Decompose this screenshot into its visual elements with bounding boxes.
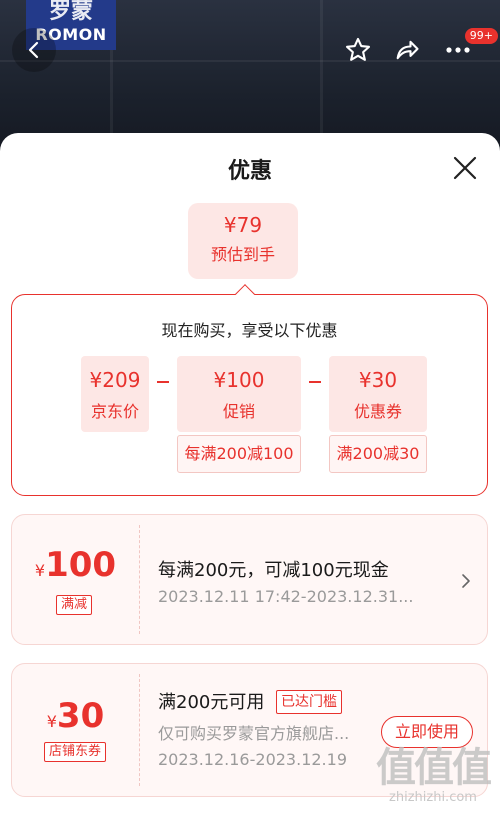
chevron-right-icon[interactable]: [461, 573, 471, 589]
minus-sign: [309, 381, 321, 383]
card-divider: [139, 525, 140, 634]
estimated-price-box: ¥79 预估到手: [188, 203, 298, 279]
amount-value: 100: [45, 545, 117, 585]
promo-value: ¥100: [213, 368, 265, 392]
coupon-amount: ¥30: [12, 696, 139, 736]
use-now-button[interactable]: 立即使用: [381, 716, 473, 748]
card-divider: [139, 674, 140, 786]
promo-tag: 满减: [56, 595, 93, 615]
share-button[interactable]: [387, 30, 427, 70]
threshold-status-tag: 已达门槛: [276, 690, 342, 714]
jd-price-label: 京东价: [90, 402, 139, 421]
breakdown-heading: 现在购买，享受以下优惠: [161, 321, 338, 340]
coupon-title: 满200元可用: [158, 692, 265, 713]
close-icon[interactable]: [452, 155, 478, 181]
jd-price-value: ¥209: [89, 368, 141, 392]
sheet-title: 优惠: [227, 159, 272, 184]
coupon-label: 优惠券: [353, 402, 402, 421]
estimated-price-label: 预估到手: [210, 245, 275, 264]
currency-symbol: ¥: [46, 712, 57, 731]
message-badge: 99+: [464, 28, 498, 44]
promo-label: 促销: [222, 402, 255, 421]
share-icon: [396, 40, 419, 60]
jd-price-box: ¥209 京东价: [81, 356, 149, 432]
promo-rule: 每满200减100: [177, 435, 301, 473]
currency-symbol: ¥: [34, 561, 46, 580]
back-button[interactable]: [12, 28, 56, 72]
coupon-rule: 满200减30: [329, 435, 427, 473]
pointer-arrow: [235, 284, 255, 304]
minus-sign: [157, 381, 169, 383]
watermark-logo: 值值值: [376, 745, 492, 791]
favorite-button[interactable]: [338, 30, 378, 70]
promo-card[interactable]: ¥100 满减 每满200元，可减100元现金 2023.12.11 17:42…: [11, 514, 488, 645]
price-breakdown: 现在购买，享受以下优惠 ¥209 京东价 ¥100 促销 每满200减100 ¥…: [11, 284, 488, 496]
estimated-price: ¥79: [223, 213, 263, 237]
promo-time: 2023.12.11 17:42-2023.12.31...: [158, 587, 414, 606]
chevron-left-icon: [28, 41, 39, 59]
coupon-desc: 仅可购买罗蒙官方旗舰店...: [158, 724, 350, 743]
star-icon: [345, 37, 371, 61]
coupon-value: ¥30: [358, 368, 398, 392]
promo-title: 每满200元，可减100元现金: [158, 560, 389, 581]
promo-box: ¥100 促销: [177, 356, 301, 432]
discount-sheet: 优惠 ¥79 预估到手 现在购买，享受以下优惠 ¥209 京东价 ¥100 促销…: [0, 133, 500, 815]
amount-value: 30: [56, 696, 105, 736]
site-watermark: 值值值 zhizhizhi.com: [376, 745, 492, 805]
coupon-box: ¥30 优惠券: [329, 356, 427, 432]
promo-amount: ¥100: [12, 545, 139, 585]
coupon-time: 2023.12.16-2023.12.19: [158, 750, 347, 769]
more-icon: [446, 47, 470, 53]
coupon-tag: 店铺东券: [44, 742, 107, 762]
watermark-site: zhizhizhi.com: [389, 790, 477, 805]
